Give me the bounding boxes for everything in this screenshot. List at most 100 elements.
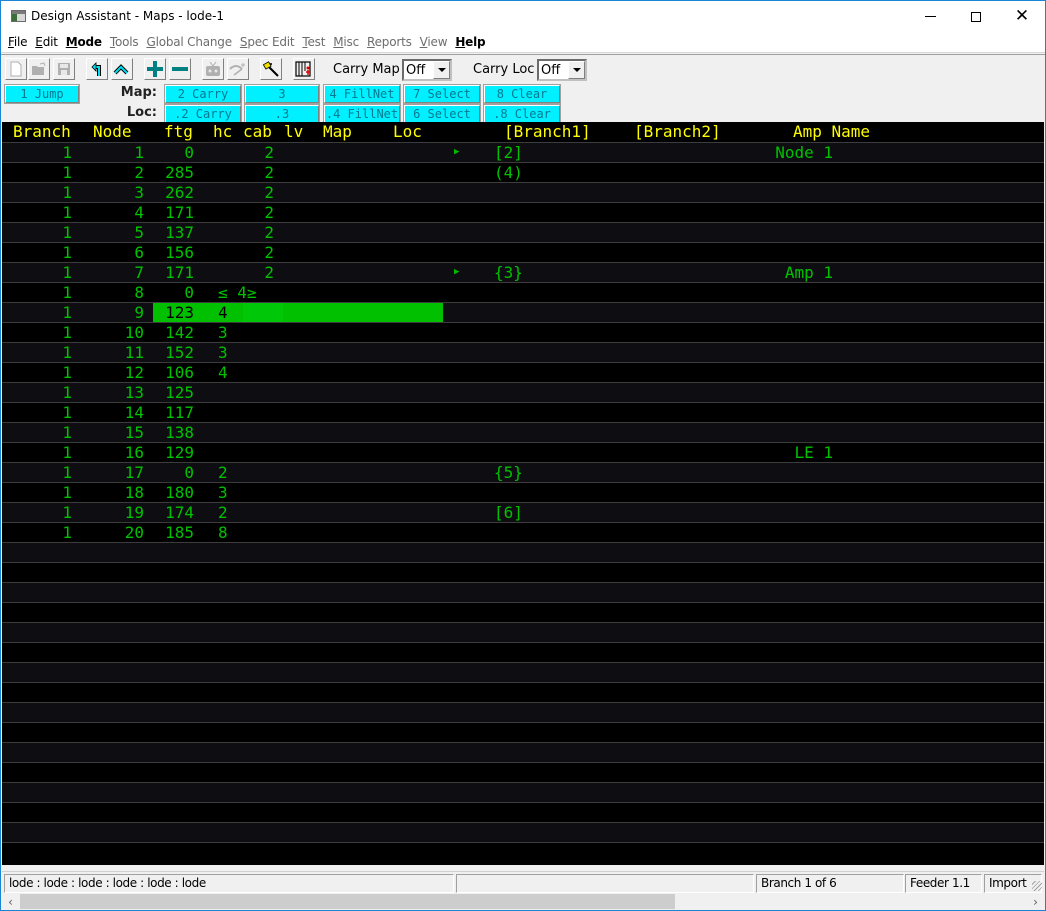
minimize-button[interactable] [907, 1, 953, 32]
cell-amp-name[interactable] [733, 203, 833, 222]
cell-ftg[interactable]: 285 [144, 163, 194, 182]
resize-grip-icon[interactable] [1032, 881, 1042, 891]
cell-branch[interactable]: 1 [12, 403, 72, 422]
undo-button[interactable] [86, 58, 108, 80]
cell-branch[interactable]: 1 [12, 443, 72, 462]
menu-test[interactable]: Test [298, 35, 329, 49]
cell-hc[interactable]: 8 [218, 523, 228, 542]
cell-amp-name[interactable] [733, 323, 833, 342]
map-carry-button[interactable]: 2 Carry [164, 84, 242, 104]
cell-ftg[interactable]: 171 [144, 263, 194, 282]
close-button[interactable]: ✕ [999, 1, 1045, 32]
cell-ftg[interactable]: 117 [144, 403, 194, 422]
cell-hc[interactable]: 4 [218, 363, 228, 382]
cell-cab[interactable] [244, 383, 274, 402]
cell-node[interactable]: 9 [84, 303, 144, 322]
cell-ftg[interactable]: 171 [144, 203, 194, 222]
cell-ftg[interactable]: 174 [144, 503, 194, 522]
cell-branch[interactable]: 1 [12, 503, 72, 522]
cell-branch[interactable]: 1 [12, 323, 72, 342]
cell-amp-name[interactable] [733, 423, 833, 442]
cell-cab[interactable]: 2 [244, 183, 274, 202]
add-button[interactable] [144, 58, 166, 80]
cell-node[interactable]: 13 [84, 383, 144, 402]
table-row[interactable]: 1 7 171 2 ▶ {3} Amp 1 [2, 262, 1044, 282]
header-branch1[interactable]: [Branch1] [504, 122, 591, 142]
carry-loc-select[interactable]: Off [537, 59, 587, 81]
cell-amp-name[interactable] [733, 183, 833, 202]
header-branch2[interactable]: [Branch2] [634, 122, 721, 142]
table-row[interactable]: 1 11 152 3 [2, 342, 1044, 362]
cell-node[interactable]: 5 [84, 223, 144, 242]
table-row[interactable]: 1 10 142 3 [2, 322, 1044, 342]
table-row[interactable]: 1 15 138 [2, 422, 1044, 442]
maps-grid[interactable]: Branch Node ftg hc cab lv Map Loc [Branc… [2, 122, 1044, 865]
cell-node[interactable]: 19 [84, 503, 144, 522]
cell-cab[interactable] [244, 283, 274, 302]
cell-cab[interactable]: 2 [244, 223, 274, 242]
cell-node[interactable]: 11 [84, 343, 144, 362]
cell-cab[interactable]: 2 [244, 143, 274, 162]
carry-map-select[interactable]: Off [402, 59, 452, 81]
empty-row[interactable] [2, 622, 1044, 642]
empty-row[interactable] [2, 642, 1044, 662]
cell-branch1[interactable]: [2] [494, 143, 523, 162]
cell-cab[interactable] [244, 523, 274, 542]
loc-carry-button[interactable]: .2 Carry [164, 104, 242, 124]
horizontal-scrollbar[interactable]: ‹ › [2, 893, 1044, 910]
scrollbar-thumb[interactable] [20, 894, 675, 909]
cell-cab[interactable] [244, 343, 274, 362]
cell-node[interactable]: 17 [84, 463, 144, 482]
header-map[interactable]: Map [323, 122, 352, 142]
new-file-button[interactable] [5, 58, 27, 80]
table-row[interactable]: 1 18 180 3 [2, 482, 1044, 502]
cell-amp-name[interactable] [733, 403, 833, 422]
map-clear-button[interactable]: 8 Clear [483, 84, 561, 104]
cell-ftg[interactable]: 138 [144, 423, 194, 442]
cell-node[interactable]: 2 [84, 163, 144, 182]
cell-ftg[interactable]: 0 [144, 143, 194, 162]
empty-row[interactable] [2, 702, 1044, 722]
cell-branch[interactable]: 1 [12, 163, 72, 182]
cell-ftg[interactable]: 142 [144, 323, 194, 342]
table-row[interactable]: 1 8 0 ≤ 4≥ [2, 282, 1044, 302]
cell-hc[interactable]: 2 [218, 463, 228, 482]
cell-amp-name[interactable] [733, 343, 833, 362]
empty-row[interactable] [2, 762, 1044, 782]
table-row[interactable]: 1 14 117 [2, 402, 1044, 422]
cell-amp-name[interactable] [733, 483, 833, 502]
cell-node[interactable]: 14 [84, 403, 144, 422]
save-button[interactable] [53, 58, 75, 80]
table-row[interactable]: 1 6 156 2 [2, 242, 1044, 262]
table-row[interactable]: 1 19 174 2 [6] [2, 502, 1044, 522]
cell-branch1[interactable]: {5} [494, 463, 523, 482]
cell-branch[interactable]: 1 [12, 183, 72, 202]
cell-hc[interactable]: 3 [218, 483, 228, 502]
cell-ftg[interactable]: 106 [144, 363, 194, 382]
cell-ftg[interactable]: 137 [144, 223, 194, 242]
jump-button[interactable]: 1 Jump [4, 84, 80, 104]
loc-fillnet-button[interactable]: .4 FillNet [323, 104, 401, 124]
table-row[interactable]: 1 20 185 8 [2, 522, 1044, 542]
cell-branch[interactable]: 1 [12, 263, 72, 282]
cell-amp-name[interactable] [733, 283, 833, 302]
cell-branch[interactable]: 1 [12, 243, 72, 262]
menu-view[interactable]: View [416, 35, 452, 49]
cell-node[interactable]: 15 [84, 423, 144, 442]
header-ftg[interactable]: ftg [164, 122, 193, 142]
table-row[interactable]: 1 12 106 4 [2, 362, 1044, 382]
cell-branch[interactable]: 1 [12, 143, 72, 162]
table-row[interactable]: 1 1 0 2 ▶ [2] Node 1 [2, 142, 1044, 162]
redo-button[interactable] [111, 58, 133, 80]
empty-row[interactable] [2, 802, 1044, 822]
header-loc[interactable]: Loc [393, 122, 422, 142]
cell-amp-name[interactable] [733, 223, 833, 242]
cell-hc[interactable]: 3 [218, 343, 228, 362]
cell-node[interactable]: 16 [84, 443, 144, 462]
menu-misc[interactable]: Misc [329, 35, 363, 49]
empty-row[interactable] [2, 602, 1044, 622]
cell-node[interactable]: 10 [84, 323, 144, 342]
cell-cab[interactable]: 2 [244, 243, 274, 262]
cell-hc[interactable]: 2 [218, 503, 228, 522]
empty-row[interactable] [2, 822, 1044, 842]
